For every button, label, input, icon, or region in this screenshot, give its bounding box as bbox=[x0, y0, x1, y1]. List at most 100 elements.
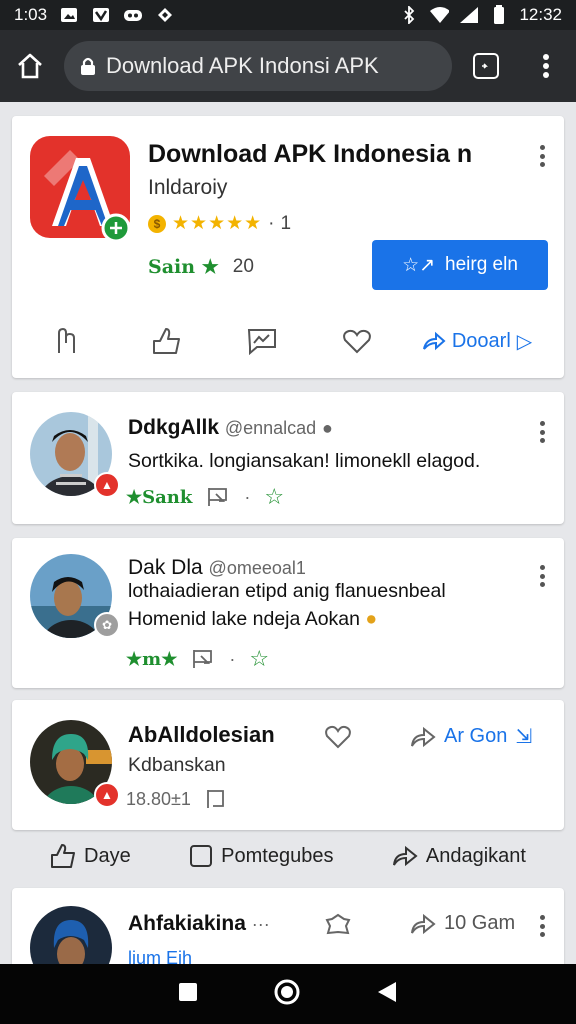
badge-outline-icon[interactable] bbox=[324, 912, 352, 938]
home-icon bbox=[18, 53, 42, 79]
favorite-button[interactable] bbox=[312, 328, 402, 354]
share-label: Andagikant bbox=[425, 844, 526, 867]
comment-meta: 18.80±1 bbox=[126, 788, 227, 810]
gesture-button[interactable] bbox=[12, 327, 122, 355]
square-icon bbox=[178, 982, 197, 1001]
tab-switcher-button[interactable] bbox=[456, 30, 516, 102]
status-time: 1:03 bbox=[14, 5, 48, 24]
gallery-icon bbox=[59, 6, 79, 24]
avatar-badge-icon: ▲ bbox=[94, 472, 120, 498]
comment-button[interactable] bbox=[212, 327, 312, 355]
thumbs-up-icon bbox=[153, 328, 180, 354]
rating-row: $ ★★★★★ · 1 bbox=[148, 212, 291, 235]
like-action[interactable]: Daye bbox=[50, 843, 131, 869]
heart-icon[interactable] bbox=[324, 724, 352, 750]
navigation-icon bbox=[155, 6, 175, 24]
comment-action[interactable]: Pomtegubes bbox=[189, 844, 333, 868]
share-button[interactable]: Ar Gon ⇲ bbox=[410, 724, 532, 749]
comment-text-line2: Homenid lake ndeja Aokan ● bbox=[128, 608, 378, 630]
emoji-icon: ● bbox=[365, 608, 378, 630]
heart-icon bbox=[343, 329, 371, 354]
battery-icon bbox=[489, 5, 509, 24]
home-button[interactable] bbox=[0, 30, 60, 102]
app-action-row: Dooarl ▷ bbox=[12, 316, 564, 366]
avatar[interactable] bbox=[30, 906, 112, 964]
app-icon[interactable] bbox=[30, 136, 132, 243]
share-arrow-icon bbox=[422, 331, 446, 351]
meta-dot: · bbox=[229, 648, 236, 669]
share-label: Dooarl bbox=[451, 329, 511, 352]
comment-author[interactable]: Dak Dla @omeeoal1 bbox=[128, 556, 306, 580]
menu-button[interactable] bbox=[516, 30, 576, 102]
app-card: Download APK Indonesia n Inldaroiy $ ★★★… bbox=[12, 116, 564, 378]
hand-icon bbox=[58, 327, 75, 353]
browser-toolbar: Download APK Indonsi APK bbox=[0, 30, 576, 102]
comment-card: ✿ Dak Dla @omeeoal1 lothaiadieran etipd … bbox=[12, 538, 564, 688]
badge-label: Sain ★ bbox=[148, 256, 219, 278]
app-more-button[interactable] bbox=[534, 142, 550, 170]
status-bar: 1:03 12:32 bbox=[0, 0, 576, 30]
comment-author[interactable]: AbAlldolesian bbox=[128, 722, 275, 748]
bluetooth-icon bbox=[399, 6, 419, 24]
install-button[interactable]: ☆↗ heirg eln bbox=[372, 240, 548, 290]
lock-icon bbox=[81, 57, 95, 75]
comment-more-button[interactable] bbox=[534, 912, 550, 940]
checkbox-icon bbox=[190, 845, 213, 867]
verified-icon: ● bbox=[322, 418, 333, 438]
star-outline-icon[interactable]: ☆ bbox=[249, 646, 269, 672]
comment-more-button[interactable] bbox=[534, 418, 550, 446]
badge-row: Sain ★ 20 bbox=[148, 256, 254, 278]
more-vert-icon bbox=[543, 54, 549, 78]
share-button[interactable]: 10 Gam bbox=[410, 912, 515, 935]
comment-meta: ★m★ · ☆ bbox=[126, 646, 269, 672]
comment-author[interactable]: DdkgAllk @ennalcad ● bbox=[128, 416, 333, 440]
flag-icon[interactable] bbox=[191, 648, 215, 670]
comment-card: Ahfakiakina ··· 10 Gam lium Eih bbox=[12, 888, 564, 964]
chat-icon bbox=[247, 329, 276, 355]
expand-icon: ⇲ bbox=[515, 726, 533, 748]
comment-text: Sortkika. longiansakan! limonekll elagod… bbox=[128, 450, 481, 472]
install-label: heirg eln bbox=[445, 254, 518, 275]
chevron-right-icon: ▷ bbox=[516, 330, 533, 353]
comment-card: ▲ AbAlldolesian Kdbanskan 18.80±1 Ar Gon… bbox=[12, 700, 564, 830]
comment-label: ★Sank bbox=[126, 486, 193, 508]
apk-logo-icon bbox=[30, 136, 131, 243]
comment-author[interactable]: Ahfakiakina ··· bbox=[128, 912, 270, 936]
meta-dot: · bbox=[244, 486, 251, 507]
comment-label: Pomtegubes bbox=[221, 844, 334, 867]
avatar-badge-icon: ▲ bbox=[94, 782, 120, 808]
gamepad-icon bbox=[123, 6, 143, 24]
comment-text: lium Eih bbox=[128, 948, 193, 964]
comment-time: 10 Gam bbox=[444, 912, 516, 934]
share-action[interactable]: Andagikant bbox=[392, 845, 526, 868]
star-outline-icon[interactable]: ☆ bbox=[264, 484, 284, 510]
flag-icon[interactable] bbox=[206, 486, 230, 508]
nav-home-button[interactable] bbox=[273, 978, 301, 1011]
app-developer[interactable]: Inldaroiy bbox=[148, 176, 227, 200]
comment-subtitle: Kdbanskan bbox=[128, 754, 226, 776]
tabs-icon bbox=[473, 53, 499, 79]
bookmark-icon[interactable] bbox=[205, 788, 227, 810]
comment-text: lothaiadieran etipd anig flanuesnbeal bbox=[128, 580, 446, 602]
status-clock: 12:32 bbox=[519, 5, 562, 24]
comment-more-button[interactable] bbox=[534, 562, 550, 590]
vimeo-icon bbox=[91, 6, 111, 24]
back-button[interactable] bbox=[376, 980, 398, 1009]
url-bar[interactable]: Download APK Indonsi APK bbox=[64, 41, 452, 91]
green-star-icon: ★ bbox=[201, 256, 219, 278]
badge-count: 20 bbox=[232, 256, 254, 277]
post-action-bar: Daye Pomtegubes Andagikant bbox=[12, 832, 564, 880]
rating-count: 1 bbox=[280, 212, 292, 234]
thumbs-up-icon bbox=[51, 844, 75, 868]
comment-meta-value: 18.80±1 bbox=[126, 788, 191, 809]
comment-card: ▲ DdkgAllk @ennalcad ● Sortkika. longian… bbox=[12, 392, 564, 524]
share-arrow-icon bbox=[411, 726, 436, 747]
share-arrow-icon bbox=[392, 845, 418, 867]
rating-separator-dot: · bbox=[268, 212, 275, 234]
recents-button[interactable] bbox=[178, 982, 198, 1007]
share-label: Ar Gon bbox=[444, 725, 508, 747]
like-button[interactable] bbox=[122, 327, 212, 355]
back-triangle-icon bbox=[378, 981, 397, 1002]
rating-stars-icon: ★★★★★ bbox=[172, 213, 263, 234]
share-button[interactable]: Dooarl ▷ bbox=[402, 329, 552, 354]
